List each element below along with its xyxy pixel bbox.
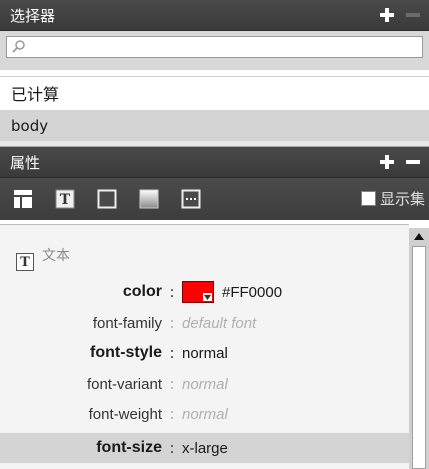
arrow-up-icon bbox=[414, 233, 424, 240]
property-separator: : bbox=[169, 283, 175, 301]
layout-category-button[interactable] bbox=[12, 188, 34, 210]
properties-panel-header: 属性 bbox=[0, 147, 429, 178]
remove-selector-button[interactable] bbox=[403, 5, 423, 25]
plus-icon bbox=[380, 8, 394, 22]
selector-search-row bbox=[0, 31, 429, 70]
selector-item-body[interactable]: body bbox=[0, 110, 429, 141]
chevron-down-icon bbox=[203, 293, 212, 301]
layout-icon bbox=[14, 190, 32, 208]
minus-icon bbox=[406, 13, 420, 17]
border-icon bbox=[97, 189, 117, 209]
minus-icon bbox=[406, 160, 420, 164]
text-section-icon: T bbox=[16, 253, 34, 271]
search-icon bbox=[12, 40, 25, 53]
property-row-font-weight[interactable]: font-weight : normal bbox=[0, 399, 409, 429]
property-separator: : bbox=[169, 344, 175, 362]
text-category-button[interactable]: T bbox=[54, 188, 76, 210]
property-row-font-family[interactable]: font-family : default font bbox=[0, 308, 409, 338]
property-row-font-size[interactable]: font-size : x-large bbox=[0, 433, 409, 463]
more-category-button[interactable] bbox=[180, 188, 202, 210]
selector-item-computed[interactable]: 已计算 bbox=[0, 76, 429, 108]
property-value[interactable]: x-large bbox=[182, 440, 228, 457]
property-list: T 文本 color : #FF0000 font-family : defau… bbox=[0, 224, 409, 469]
border-category-button[interactable] bbox=[96, 188, 118, 210]
property-value[interactable]: normal bbox=[182, 376, 228, 393]
property-name: font-weight bbox=[88, 405, 162, 423]
property-row-font-variant[interactable]: font-variant : normal bbox=[0, 369, 409, 399]
text-icon: T bbox=[55, 189, 75, 209]
property-value[interactable]: normal bbox=[182, 345, 228, 362]
property-name: font-family bbox=[92, 314, 162, 332]
selector-search-box bbox=[6, 36, 423, 58]
selectors-panel-header: 选择器 bbox=[0, 0, 429, 31]
selector-item-label: body bbox=[11, 116, 49, 135]
add-property-button[interactable] bbox=[377, 152, 397, 172]
color-value-text[interactable]: #FF0000 bbox=[222, 284, 282, 301]
show-set-toggle[interactable]: 显示集 bbox=[360, 188, 425, 209]
scrollbar-thumb[interactable] bbox=[412, 246, 426, 469]
selector-item-label: 已计算 bbox=[11, 84, 60, 104]
property-separator: : bbox=[169, 439, 175, 457]
show-set-checkbox[interactable] bbox=[360, 191, 376, 206]
text-section-header[interactable]: T 文本 bbox=[16, 239, 70, 271]
selector-search-input[interactable] bbox=[7, 37, 422, 57]
property-row-font-style[interactable]: font-style : normal bbox=[0, 338, 409, 368]
property-name: color bbox=[122, 283, 162, 300]
background-category-button[interactable] bbox=[138, 188, 160, 210]
property-name: font-size bbox=[96, 439, 162, 456]
plus-icon bbox=[380, 155, 394, 169]
property-value: #FF0000 bbox=[182, 281, 282, 303]
property-name: font-style bbox=[90, 344, 162, 361]
color-swatch-button[interactable] bbox=[182, 281, 214, 303]
add-selector-button[interactable] bbox=[377, 5, 397, 25]
property-separator: : bbox=[169, 314, 175, 332]
property-value[interactable]: normal bbox=[182, 406, 228, 423]
remove-property-button[interactable] bbox=[403, 152, 423, 172]
property-separator: : bbox=[169, 405, 175, 423]
show-set-label: 显示集 bbox=[379, 190, 425, 208]
background-icon bbox=[139, 189, 159, 209]
property-value[interactable]: default font bbox=[182, 315, 256, 332]
svg-text:T: T bbox=[60, 192, 71, 208]
property-list-scrollbar[interactable] bbox=[409, 228, 429, 469]
text-section-title: 文本 bbox=[42, 248, 70, 264]
scroll-up-button[interactable] bbox=[409, 228, 429, 245]
properties-toolbar: T 显示集 bbox=[0, 178, 429, 220]
property-separator: : bbox=[169, 375, 175, 393]
selectors-panel-title: 选择器 bbox=[10, 6, 56, 25]
property-row-color[interactable]: color : #FF0000 bbox=[0, 277, 409, 307]
properties-panel-title: 属性 bbox=[10, 153, 41, 172]
property-name: font-variant bbox=[86, 375, 162, 393]
more-icon bbox=[181, 189, 201, 209]
